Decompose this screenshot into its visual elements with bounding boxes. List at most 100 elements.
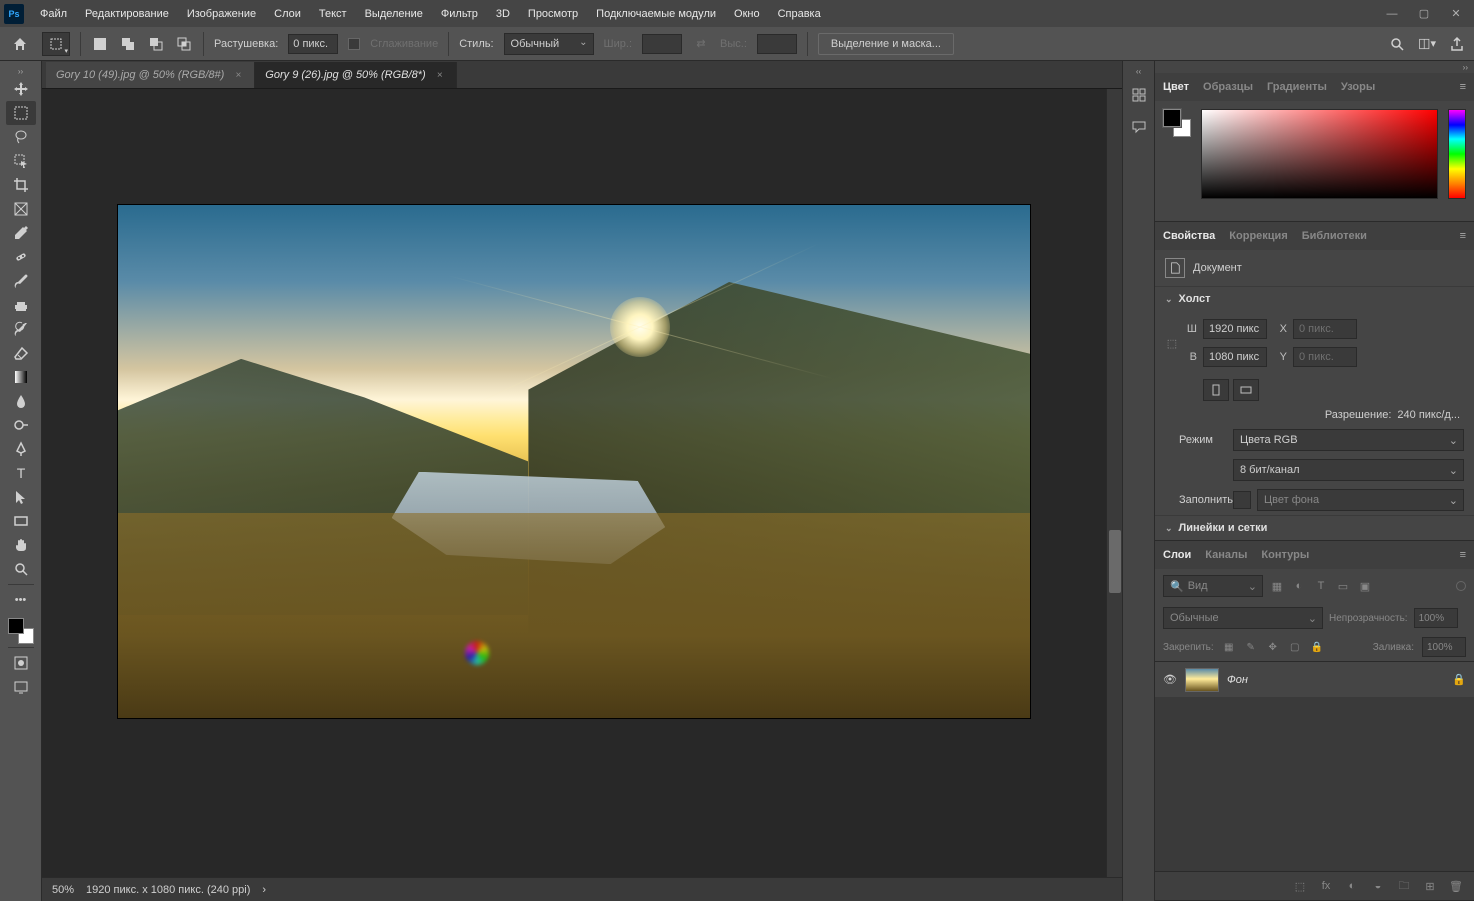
hue-slider[interactable]: [1448, 109, 1466, 199]
status-menu-icon[interactable]: ›: [262, 884, 266, 896]
eraser-tool[interactable]: [6, 341, 36, 365]
canvas-section-header[interactable]: ⌄Холст: [1155, 287, 1474, 311]
canvas-height-input[interactable]: [1203, 347, 1267, 367]
canvas-width-input[interactable]: [1203, 319, 1267, 339]
scrollbar-thumb[interactable]: [1109, 530, 1121, 593]
panel-menu-icon[interactable]: ≡: [1460, 230, 1466, 242]
lock-brush-icon[interactable]: ✎: [1244, 640, 1258, 654]
zoom-tool[interactable]: [6, 557, 36, 581]
panel-menu-icon[interactable]: ≡: [1460, 549, 1466, 561]
link-layers-icon[interactable]: ⬚: [1292, 878, 1308, 894]
intersect-selection-icon[interactable]: [175, 35, 193, 53]
document-tab[interactable]: Gory 9 (26).jpg @ 50% (RGB/8*) ×: [255, 62, 456, 88]
lasso-tool[interactable]: [6, 125, 36, 149]
healing-tool[interactable]: [6, 245, 36, 269]
menu-window[interactable]: Окно: [726, 3, 768, 25]
close-icon[interactable]: ×: [434, 69, 446, 81]
filter-adjust-icon[interactable]: ◐: [1291, 578, 1307, 594]
opacity-input[interactable]: [1414, 608, 1458, 628]
fill-opacity-input[interactable]: [1422, 637, 1466, 657]
menu-help[interactable]: Справка: [770, 3, 829, 25]
crop-tool[interactable]: [6, 173, 36, 197]
tab-channels[interactable]: Каналы: [1205, 549, 1247, 561]
tab-gradients[interactable]: Градиенты: [1267, 81, 1327, 93]
tab-properties[interactable]: Свойства: [1163, 230, 1215, 242]
link-wh-icon[interactable]: ⬚: [1165, 328, 1179, 358]
doc-info[interactable]: 1920 пикс. x 1080 пикс. (240 ppi): [86, 884, 250, 896]
menu-filter[interactable]: Фильтр: [433, 3, 486, 25]
layer-thumbnail[interactable]: [1185, 668, 1219, 692]
swap-wh-icon[interactable]: ⇄: [692, 35, 710, 53]
add-selection-icon[interactable]: [119, 35, 137, 53]
pen-tool[interactable]: [6, 437, 36, 461]
filter-smart-icon[interactable]: ▣: [1357, 578, 1373, 594]
layer-fx-icon[interactable]: fx: [1318, 878, 1334, 894]
tab-adjustments[interactable]: Коррекция: [1229, 230, 1287, 242]
canvas-y-input[interactable]: [1293, 347, 1357, 367]
layer-row[interactable]: 👁 Фон 🔒: [1155, 662, 1474, 698]
filter-image-icon[interactable]: ▦: [1269, 578, 1285, 594]
menu-plugins[interactable]: Подключаемые модули: [588, 3, 724, 25]
bit-depth-select[interactable]: 8 бит/канал: [1233, 459, 1464, 481]
height-input[interactable]: [757, 34, 797, 54]
new-layer-icon[interactable]: ⊞: [1422, 878, 1438, 894]
tab-paths[interactable]: Контуры: [1261, 549, 1309, 561]
layer-name[interactable]: Фон: [1227, 674, 1248, 686]
close-button[interactable]: ✕: [1442, 4, 1470, 24]
eyedropper-tool[interactable]: [6, 221, 36, 245]
marquee-tool[interactable]: [6, 101, 36, 125]
delete-layer-icon[interactable]: 🗑: [1448, 878, 1464, 894]
comments-panel-icon[interactable]: [1125, 113, 1153, 141]
orientation-portrait-icon[interactable]: [1203, 379, 1229, 401]
color-swatch-stack[interactable]: [1163, 109, 1191, 213]
foreground-swatch[interactable]: [8, 618, 24, 634]
home-button[interactable]: [8, 32, 32, 56]
menu-layers[interactable]: Слои: [266, 3, 309, 25]
frame-tool[interactable]: [6, 197, 36, 221]
gradient-tool[interactable]: [6, 365, 36, 389]
layer-filter-kind[interactable]: 🔍 Вид: [1163, 575, 1263, 597]
menu-3d[interactable]: 3D: [488, 3, 518, 25]
fill-select[interactable]: Цвет фона: [1257, 489, 1464, 511]
menu-select[interactable]: Выделение: [357, 3, 431, 25]
filter-toggle[interactable]: [1456, 581, 1466, 591]
arrange-docs-icon[interactable]: ▾: [1418, 35, 1436, 53]
lock-all-icon[interactable]: 🔒: [1310, 640, 1324, 654]
visibility-icon[interactable]: 👁: [1163, 673, 1177, 686]
quickmask-tool[interactable]: [6, 651, 36, 675]
antialias-checkbox[interactable]: [348, 38, 360, 50]
color-mode-select[interactable]: Цвета RGB: [1233, 429, 1464, 451]
tools-collapse[interactable]: ››: [0, 65, 41, 77]
document-canvas[interactable]: [118, 205, 1030, 718]
tool-preset-picker[interactable]: [42, 32, 70, 56]
minimize-button[interactable]: —: [1378, 4, 1406, 24]
lock-position-icon[interactable]: ✥: [1266, 640, 1280, 654]
tab-swatches[interactable]: Образцы: [1203, 81, 1253, 93]
move-tool[interactable]: [6, 77, 36, 101]
rulers-section-header[interactable]: ⌄Линейки и сетки: [1155, 516, 1474, 540]
maximize-button[interactable]: ▢: [1410, 4, 1438, 24]
style-select[interactable]: Обычный: [504, 33, 594, 55]
width-input[interactable]: [642, 34, 682, 54]
hand-tool[interactable]: [6, 533, 36, 557]
new-selection-icon[interactable]: [91, 35, 109, 53]
foreground-swatch[interactable]: [1163, 109, 1181, 127]
document-tab[interactable]: Gory 10 (49).jpg @ 50% (RGB/8#) ×: [46, 62, 255, 88]
history-panel-icon[interactable]: [1125, 81, 1153, 109]
history-brush-tool[interactable]: [6, 317, 36, 341]
menu-file[interactable]: Файл: [32, 3, 75, 25]
group-icon[interactable]: 🗀: [1396, 878, 1412, 894]
screenmode-tool[interactable]: [6, 675, 36, 699]
panels-collapse[interactable]: ››: [1155, 61, 1474, 73]
canvas-viewport[interactable]: [42, 89, 1106, 877]
select-and-mask-button[interactable]: Выделение и маска...: [818, 33, 954, 55]
feather-input[interactable]: [288, 34, 338, 54]
tab-libraries[interactable]: Библиотеки: [1302, 230, 1367, 242]
menu-image[interactable]: Изображение: [179, 3, 264, 25]
menu-text[interactable]: Текст: [311, 3, 355, 25]
tab-color[interactable]: Цвет: [1163, 81, 1189, 93]
blend-mode-select[interactable]: Обычные: [1163, 607, 1323, 629]
share-icon[interactable]: [1448, 35, 1466, 53]
close-icon[interactable]: ×: [232, 69, 244, 81]
tab-patterns[interactable]: Узоры: [1341, 81, 1375, 93]
